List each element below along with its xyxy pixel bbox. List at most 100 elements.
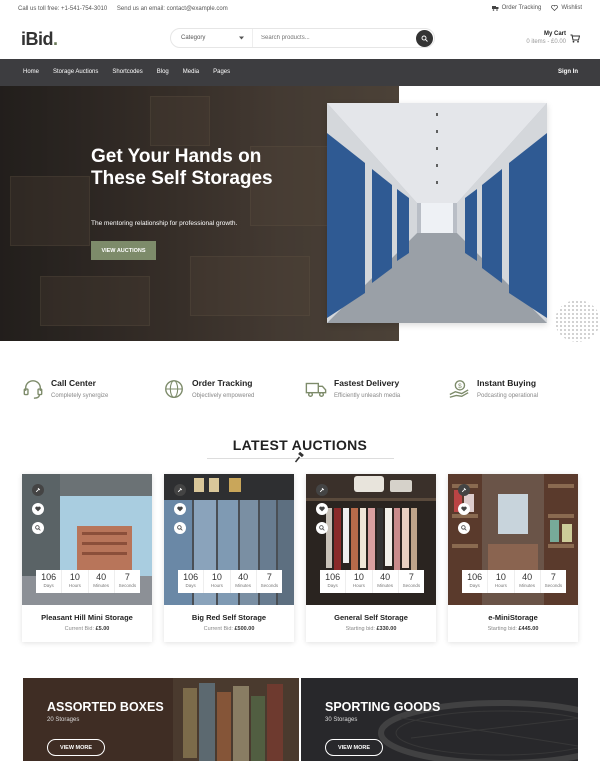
feature-call-center: Call Center Completely synergize [22,376,152,406]
bid-label: Starting bid: [487,626,517,632]
nav-item-media[interactable]: Media [183,69,199,75]
wishlist-button[interactable] [458,503,470,515]
feature-instant-buying: $ Instant Buying Podcasting operational [448,376,578,406]
category-banner-sporting-goods[interactable]: SPORTING GOODS 30 Storages VIEW MORE [301,678,578,761]
nav-item-home[interactable]: Home [23,69,39,75]
order-tracking-link[interactable]: Order Tracking [491,5,542,11]
globe-icon [165,380,183,398]
minutes-label: Minutes [93,583,109,588]
hero-title: Get Your Hands on These Self Storages [91,146,273,189]
email-text[interactable]: Send us an email: contact@example.com [117,6,228,12]
cart[interactable]: My Cart 0 items - £0.00 [526,31,580,45]
bid-icon-button[interactable] [458,484,470,496]
category-select[interactable]: Category [171,29,253,47]
seconds-label: Seconds [260,583,279,588]
quick-view-button[interactable] [32,522,44,534]
days-value: 106 [41,572,57,582]
search-icon [461,525,467,531]
auction-name[interactable]: General Self Storage [306,613,436,622]
nav-item-pages[interactable]: Pages [213,69,230,75]
view-auctions-button[interactable]: VIEW AUCTIONS [91,241,156,260]
gavel-icon [35,487,41,493]
category-count: 20 Storages [47,717,80,723]
seconds-value: 7 [266,572,272,582]
bid-value: £445.00 [518,626,539,632]
wishlist-button[interactable] [316,503,328,515]
seconds-value: 7 [124,572,130,582]
hours-value: 10 [353,572,364,582]
nav-item-shortcodes[interactable]: Shortcodes [112,69,142,75]
view-more-button[interactable]: VIEW MORE [47,739,105,756]
quick-view-button[interactable] [458,522,470,534]
order-tracking-label: Order Tracking [501,5,542,11]
auction-name[interactable]: Pleasant Hill Mini Storage [22,613,152,622]
bid-icon-button[interactable] [32,484,44,496]
search-icon [421,35,428,42]
auction-card[interactable]: 106 Days 10 Hours 40 Minutes 7 Seconds Gener… [306,474,436,642]
days-label: Days [185,583,196,588]
wishlist-link[interactable]: Wishlist [551,5,582,11]
bid-value: £5.00 [95,626,110,632]
wishlist-label: Wishlist [561,5,582,11]
wishlist-button[interactable] [174,503,186,515]
feature-title: Fastest Delivery [334,378,400,388]
hours-label: Hours [352,583,365,588]
search-input[interactable] [253,29,416,47]
seconds-label: Seconds [402,583,421,588]
logo-text: iBid [21,29,54,49]
feature-subtitle: Podcasting operational [477,393,539,399]
countdown-timer: 106 Days 10 Hours 40 Minutes 7 Seconds [462,570,566,593]
section-title: LATEST AUCTIONS [232,437,368,453]
countdown-timer: 106 Days 10 Hours 40 Minutes 7 Seconds [320,570,424,593]
quick-view-button[interactable] [174,522,186,534]
quick-view-button[interactable] [316,522,328,534]
auction-bid: Starting bid: £330.00 [306,626,436,632]
minutes-label: Minutes [377,583,393,588]
category-title: SPORTING GOODS [325,700,441,714]
sign-in-link[interactable]: Sign In [558,69,578,75]
bid-label: Starting bid: [345,626,375,632]
auction-bid: Current Bid: £500.00 [164,626,294,632]
bid-label: Current Bid: [203,626,233,632]
category-title: ASSORTED BOXES [47,700,164,714]
bid-label: Current Bid: [64,626,95,632]
hours-label: Hours [68,583,81,588]
search-icon [35,525,41,531]
auction-name[interactable]: Big Red Self Storage [164,613,294,622]
minutes-label: Minutes [235,583,251,588]
bid-icon-button[interactable] [174,484,186,496]
auction-card[interactable]: 106 Days 10 Hours 40 Minutes 7 Seconds Big R… [164,474,294,642]
dots-decoration [555,300,600,342]
feature-subtitle: Completely synergize [51,393,109,399]
seconds-label: Seconds [118,583,137,588]
auction-name[interactable]: e-MiniStorage [448,613,578,622]
feature-title: Order Tracking [192,378,253,388]
category-banner-assorted-boxes[interactable]: ASSORTED BOXES 20 Storages VIEW MORE [23,678,299,761]
hours-value: 10 [211,572,222,582]
truck-icon [305,382,327,398]
nav-item-blog[interactable]: Blog [157,69,169,75]
gavel-icon [319,487,325,493]
days-label: Days [469,583,480,588]
auction-bid: Current Bid: £5.00 [22,626,152,632]
site-logo[interactable]: iBid. [21,29,58,50]
auction-card[interactable]: 106 Days 10 Hours 40 Minutes 7 Seconds e-Min… [448,474,578,642]
hours-value: 10 [69,572,80,582]
heart-icon [319,506,325,512]
search-icon [319,525,325,531]
search-button[interactable] [416,29,433,47]
feature-subtitle: Objectively empowered [192,393,255,399]
hours-value: 10 [495,572,506,582]
view-more-button[interactable]: VIEW MORE [325,739,383,756]
heart-icon [551,5,559,11]
search-bar: Category [170,28,435,48]
auction-card[interactable]: 106 Days 10 Hours 40 Minutes 7 Seconds Pleas… [22,474,152,642]
bid-icon-button[interactable] [316,484,328,496]
chevron-down-icon [239,36,244,40]
seconds-label: Seconds [544,583,563,588]
nav-item-storage-auctions[interactable]: Storage Auctions [53,69,98,75]
wishlist-button[interactable] [32,503,44,515]
countdown-timer: 106 Days 10 Hours 40 Minutes 7 Seconds [36,570,140,593]
minutes-value: 40 [96,572,107,582]
bid-value: £330.00 [376,626,397,632]
